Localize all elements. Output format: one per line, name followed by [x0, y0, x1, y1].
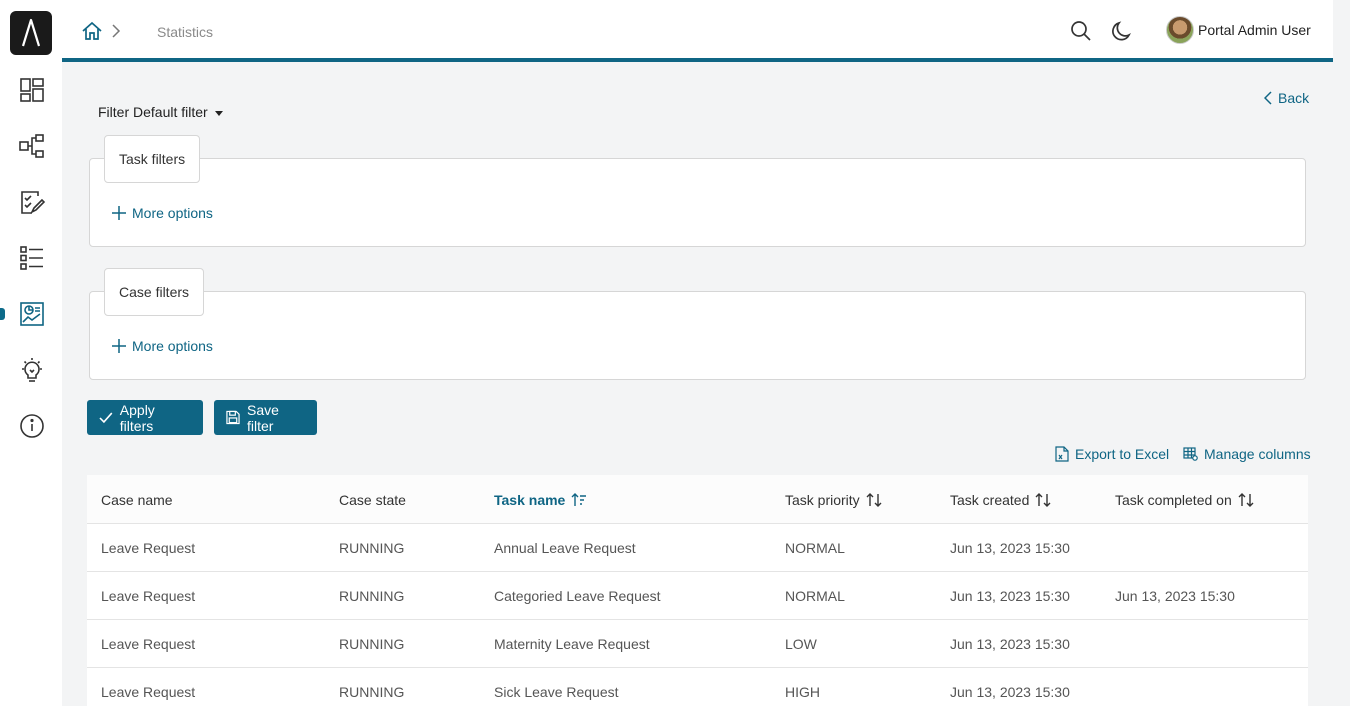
cell-task-created: Jun 13, 2023 15:30 [950, 540, 1070, 556]
back-label: Back [1278, 90, 1310, 106]
cell-case-state: RUNNING [339, 588, 405, 604]
cell-case-name: Leave Request [101, 684, 196, 700]
task-filters-legend: Task filters [104, 135, 201, 183]
table-row[interactable]: Leave Request RUNNING Annual Leave Reque… [87, 524, 1308, 572]
sort-ascending-icon [571, 493, 587, 506]
manage-columns-link[interactable]: Manage columns [1183, 446, 1311, 462]
column-label: Task completed on [1115, 492, 1232, 508]
column-header-task-priority[interactable]: Task priority [785, 492, 882, 508]
task-more-options-link[interactable]: More options [112, 205, 213, 221]
cell-task-name: Maternity Leave Request [494, 636, 650, 652]
table-row[interactable]: Leave Request RUNNING Categoried Leave R… [87, 572, 1308, 620]
back-link[interactable]: Back [1264, 90, 1309, 106]
cell-case-state: RUNNING [339, 540, 405, 556]
cell-case-name: Leave Request [101, 636, 196, 652]
user-name[interactable]: Portal Admin User [1198, 22, 1311, 38]
apply-filters-button[interactable]: Apply filters [87, 400, 203, 435]
filter-selector[interactable]: Filter Default filter [98, 104, 223, 120]
apply-filters-label: Apply filters [119, 401, 155, 434]
statistics-table: Case name Case state Task name Task prio… [87, 475, 1308, 706]
more-options-label: More options [132, 338, 213, 354]
cell-task-name: Sick Leave Request [494, 684, 619, 700]
save-icon [226, 410, 240, 425]
sort-icon [1238, 493, 1254, 507]
search-icon[interactable] [1070, 20, 1092, 42]
cell-task-completed: Jun 13, 2023 15:30 [1115, 588, 1235, 604]
process-icon[interactable] [18, 132, 46, 160]
save-filter-label: Save filter [246, 401, 279, 434]
plus-icon [112, 206, 126, 220]
excel-icon [1055, 446, 1069, 462]
column-header-case-state[interactable]: Case state [339, 492, 406, 508]
column-label: Task name [494, 492, 566, 508]
info-icon[interactable] [18, 412, 46, 440]
dashboard-icon[interactable] [18, 76, 46, 104]
plus-icon [112, 339, 126, 353]
filter-label: Filter Default filter [98, 104, 208, 120]
case-filters-legend: Case filters [104, 268, 205, 316]
case-filters-panel: Case filters More options [89, 268, 1306, 380]
sort-icon [866, 493, 882, 507]
export-label: Export to Excel [1075, 446, 1170, 462]
breadcrumb: Statistics [157, 24, 214, 40]
caret-down-icon [214, 110, 223, 116]
manage-columns-label: Manage columns [1204, 446, 1311, 462]
columns-icon [1183, 447, 1198, 461]
export-excel-link[interactable]: Export to Excel [1055, 446, 1169, 462]
save-filter-button[interactable]: Save filter [214, 400, 317, 435]
top-bar: Statistics Portal Admin User [62, 0, 1333, 62]
list-icon[interactable] [18, 244, 46, 272]
cell-task-name: Annual Leave Request [494, 540, 636, 556]
case-more-options-link[interactable]: More options [112, 338, 213, 354]
active-nav-indicator [0, 308, 5, 320]
check-icon [99, 412, 113, 423]
column-header-task-name[interactable]: Task name [494, 492, 587, 508]
column-label: Case name [101, 492, 173, 508]
idea-icon[interactable] [18, 356, 46, 384]
cell-task-created: Jun 13, 2023 15:30 [950, 636, 1070, 652]
cell-task-created: Jun 13, 2023 15:30 [950, 588, 1070, 604]
task-filters-panel: Task filters More options [89, 135, 1306, 247]
column-label: Case state [339, 492, 406, 508]
avatar[interactable] [1166, 16, 1194, 44]
statistics-icon[interactable] [18, 300, 46, 328]
column-label: Task priority [785, 492, 860, 508]
chevron-left-icon [1264, 91, 1272, 105]
cell-task-name: Categoried Leave Request [494, 588, 661, 604]
cell-task-priority: HIGH [785, 684, 820, 700]
dark-mode-icon[interactable] [1112, 20, 1134, 42]
home-icon[interactable] [81, 20, 103, 42]
cell-case-name: Leave Request [101, 588, 196, 604]
cell-task-created: Jun 13, 2023 15:30 [950, 684, 1070, 700]
cell-task-priority: LOW [785, 636, 817, 652]
more-options-label: More options [132, 205, 213, 221]
cell-case-name: Leave Request [101, 540, 196, 556]
column-label: Task created [950, 492, 1030, 508]
cell-case-state: RUNNING [339, 636, 405, 652]
column-header-task-completed[interactable]: Task completed on [1115, 492, 1254, 508]
sidebar [0, 0, 62, 706]
cell-case-state: RUNNING [339, 684, 405, 700]
column-header-case-name[interactable]: Case name [101, 492, 173, 508]
cell-task-priority: NORMAL [785, 588, 845, 604]
table-row[interactable]: Leave Request RUNNING Maternity Leave Re… [87, 620, 1308, 668]
table-header: Case name Case state Task name Task prio… [87, 475, 1308, 524]
tasks-icon[interactable] [18, 188, 46, 216]
app-logo[interactable] [10, 11, 52, 55]
table-row[interactable]: Leave Request RUNNING Sick Leave Request… [87, 668, 1308, 706]
cell-task-priority: NORMAL [785, 540, 845, 556]
chevron-right-icon [111, 24, 121, 38]
column-header-task-created[interactable]: Task created [950, 492, 1051, 508]
sort-icon [1035, 493, 1051, 507]
